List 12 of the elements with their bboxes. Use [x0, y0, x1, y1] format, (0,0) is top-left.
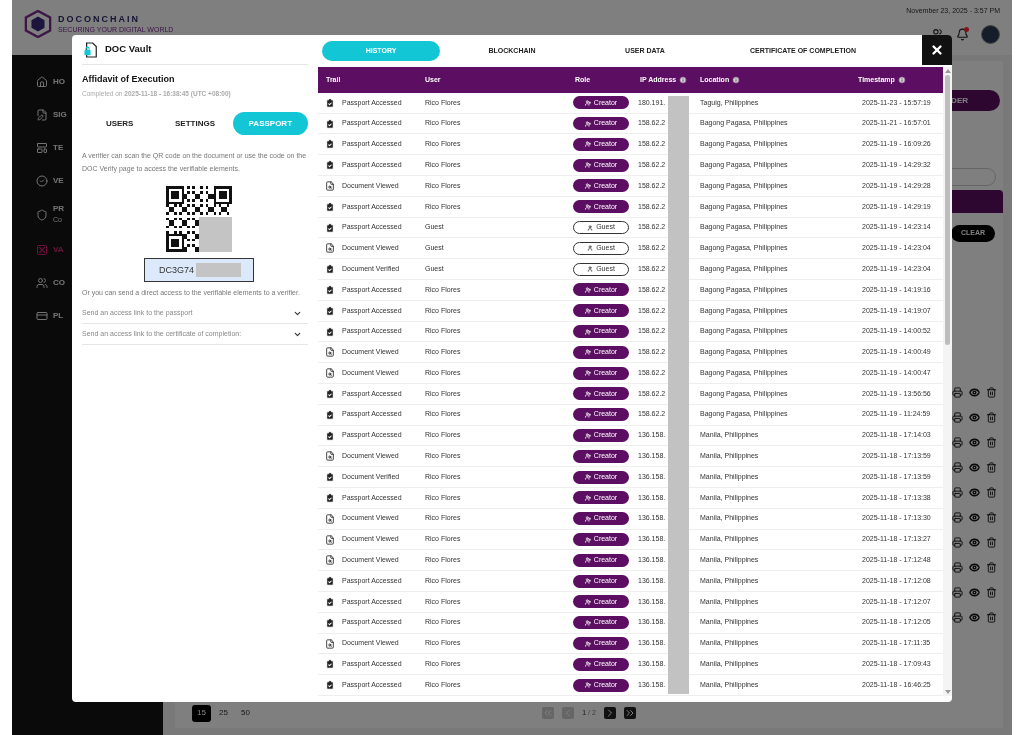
sidebar-label: PR [53, 204, 65, 213]
sidebar-label: VE [53, 176, 64, 185]
sidebar-label: PL [53, 311, 64, 320]
modal-title: DOC Vault [105, 42, 152, 57]
sidebar-label: TE [53, 143, 64, 152]
logo-wordmark: DOCONCHAIN [58, 15, 141, 24]
sidebar-label: CO [53, 278, 65, 287]
verification-code: DC3G74 [159, 263, 194, 277]
sidebar-label: SIG [53, 110, 67, 119]
sidebar-label: HO [53, 77, 65, 86]
sidebar-label: VA [53, 245, 64, 254]
document-title: Affidavit of Execution [82, 73, 176, 86]
